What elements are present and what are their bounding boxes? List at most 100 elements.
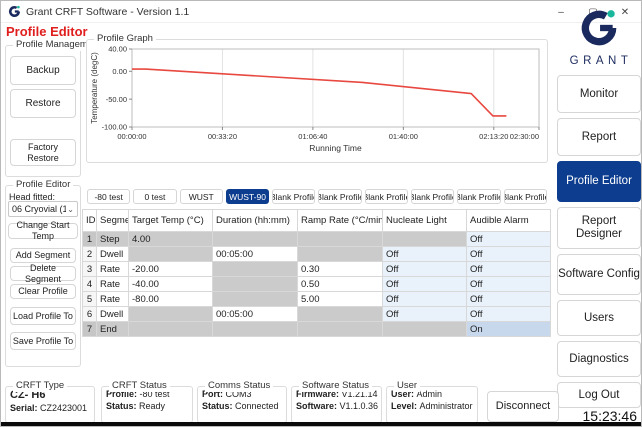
profile-tab-5[interactable]: Blank Profile: [272, 189, 315, 204]
table-row: 2Dwell 00:05:00 OffOff: [83, 247, 551, 262]
nav-report-designer[interactable]: Report Designer: [557, 207, 641, 249]
status-group-crft-type: CRFT TypeCZ- H6Serial: CZ2423001: [5, 386, 95, 423]
profile-tab-6[interactable]: Blank Profile: [318, 189, 361, 204]
profile-tab-8[interactable]: Blank Profile: [411, 189, 454, 204]
nav-diagnostics[interactable]: Diagnostics: [557, 341, 641, 377]
change-start-temp-button[interactable]: Change Start Temp: [8, 223, 78, 239]
cell-r6-c2: [129, 307, 213, 322]
cell-r3-c4[interactable]: 0.30: [298, 262, 383, 277]
app-window: Grant CRFT Software - Version 1.1 – ▢ ✕ …: [0, 0, 642, 427]
table-row: 6Dwell 00:05:00 OffOff: [83, 307, 551, 322]
add-segment-button[interactable]: Add Segment: [10, 248, 76, 263]
disconnect-button[interactable]: Disconnect: [487, 391, 559, 422]
cell-r5-c6[interactable]: Off: [467, 292, 551, 307]
profile-tab-7[interactable]: Blank Profile: [365, 189, 408, 204]
factory-restore-button[interactable]: Factory Restore: [10, 139, 76, 166]
col-header-audible-alarm: Audible Alarm: [467, 210, 551, 232]
row-header-7[interactable]: 7: [83, 322, 97, 337]
row-header-3[interactable]: 3: [83, 262, 97, 277]
title-bar: Grant CRFT Software - Version 1.1 – ▢ ✕: [1, 1, 641, 23]
cell-r7-c3: [213, 322, 298, 337]
cell-r4-c2[interactable]: -40.00: [129, 277, 213, 292]
row-header-5[interactable]: 5: [83, 292, 97, 307]
head-fitted-value: 06 Cryovial (1.0m: [12, 204, 66, 214]
chevron-down-icon: ⌄: [67, 205, 74, 214]
profile-tab-4[interactable]: WUST-90: [226, 189, 269, 204]
cell-r6-c1[interactable]: Dwell: [97, 307, 129, 322]
row-header-1[interactable]: 1: [83, 232, 97, 247]
profile-tab-2[interactable]: 0 test: [133, 189, 176, 204]
restore-button[interactable]: Restore: [10, 89, 76, 118]
cell-r3-c3: [213, 262, 298, 277]
profile-graph-chart: 40.000.00-50.00-100.0000:00:0000:33:2001…: [87, 40, 547, 161]
cell-r2-c3[interactable]: 00:05:00: [213, 247, 298, 262]
nav-software-config[interactable]: Software Config: [557, 254, 641, 295]
table-row: 4Rate-40.000.50OffOff: [83, 277, 551, 292]
row-header-6[interactable]: 6: [83, 307, 97, 322]
status-group-title: CRFT Status: [109, 380, 170, 392]
svg-text:0.00: 0.00: [112, 67, 127, 76]
col-header-duration: Duration (hh:mm): [213, 210, 298, 232]
cell-r2-c4: [298, 247, 383, 262]
cell-r2-c5[interactable]: Off: [383, 247, 467, 262]
cell-r1-c6[interactable]: Off: [467, 232, 551, 247]
load-profile-to-button[interactable]: Load Profile To: [10, 307, 76, 325]
cell-r3-c5[interactable]: Off: [383, 262, 467, 277]
svg-text:02:30:00: 02:30:00: [510, 132, 539, 141]
row-header-2[interactable]: 2: [83, 247, 97, 262]
cell-r4-c6[interactable]: Off: [467, 277, 551, 292]
segment-table: ID Segment Type Target Temp (°C) Duratio…: [82, 209, 551, 337]
profile-tab-10[interactable]: Blank Profile: [504, 189, 547, 204]
cell-r1-c3: [213, 232, 298, 247]
status-line: Status: Ready: [106, 401, 192, 411]
app-logo-icon: [8, 5, 21, 18]
nav-profile-editor[interactable]: Profile Editor: [557, 161, 641, 202]
head-fitted-dropdown[interactable]: 06 Cryovial (1.0m ⌄: [8, 201, 78, 217]
cell-r6-c3[interactable]: 00:05:00: [213, 307, 298, 322]
cell-r2-c1[interactable]: Dwell: [97, 247, 129, 262]
status-line: Status: Connected: [202, 401, 286, 411]
row-header-4[interactable]: 4: [83, 277, 97, 292]
cell-r7-c1: End: [97, 322, 129, 337]
backup-button[interactable]: Backup: [10, 56, 76, 85]
cell-r6-c6[interactable]: Off: [467, 307, 551, 322]
nav-monitor[interactable]: Monitor: [557, 75, 641, 113]
status-line: Software: V1.1.0.36: [296, 401, 381, 411]
svg-text:01:06:40: 01:06:40: [298, 132, 327, 141]
save-profile-to-button[interactable]: Save Profile To: [10, 332, 76, 350]
cell-r3-c2[interactable]: -20.00: [129, 262, 213, 277]
cell-r4-c5[interactable]: Off: [383, 277, 467, 292]
cell-r3-c6[interactable]: Off: [467, 262, 551, 277]
status-line: Level: Administrator: [391, 401, 477, 411]
cell-r5-c4[interactable]: 5.00: [298, 292, 383, 307]
cell-r7-c6[interactable]: On: [467, 322, 551, 337]
profile-tab-3[interactable]: WUST: [180, 189, 223, 204]
profile-tab-1[interactable]: -80 test: [87, 189, 130, 204]
col-header-ramp-rate: Ramp Rate (°C/min): [298, 210, 383, 232]
col-header-segment-type: Segment Type: [97, 210, 129, 232]
nav-users[interactable]: Users: [557, 300, 641, 336]
cell-r6-c5[interactable]: Off: [383, 307, 467, 322]
profile-tab-9[interactable]: Blank Profile: [457, 189, 500, 204]
col-header-target-temp: Target Temp (°C): [129, 210, 213, 232]
status-group-comms-status: Comms StatusPort: COM3Status: Connected: [197, 386, 287, 423]
cell-r5-c1[interactable]: Rate: [97, 292, 129, 307]
grant-logo-icon: [578, 7, 620, 49]
cell-r4-c4[interactable]: 0.50: [298, 277, 383, 292]
svg-text:00:00:00: 00:00:00: [117, 132, 146, 141]
cell-r4-c1[interactable]: Rate: [97, 277, 129, 292]
cell-r5-c5[interactable]: Off: [383, 292, 467, 307]
cell-r3-c1[interactable]: Rate: [97, 262, 129, 277]
profile-graph-label: Profile Graph: [94, 33, 156, 45]
nav-report[interactable]: Report: [557, 118, 641, 156]
delete-segment-button[interactable]: Delete Segment: [10, 266, 76, 281]
cell-r2-c6[interactable]: Off: [467, 247, 551, 262]
cell-r1-c1: Step: [97, 232, 129, 247]
clear-profile-button[interactable]: Clear Profile: [10, 284, 76, 299]
cell-r5-c3: [213, 292, 298, 307]
cell-r5-c2[interactable]: -80.00: [129, 292, 213, 307]
status-line: Serial: CZ2423001: [10, 403, 94, 413]
status-group-title: Software Status: [299, 380, 372, 392]
table-row: 7End On: [83, 322, 551, 337]
nav-log-out[interactable]: Log Out: [557, 382, 641, 408]
